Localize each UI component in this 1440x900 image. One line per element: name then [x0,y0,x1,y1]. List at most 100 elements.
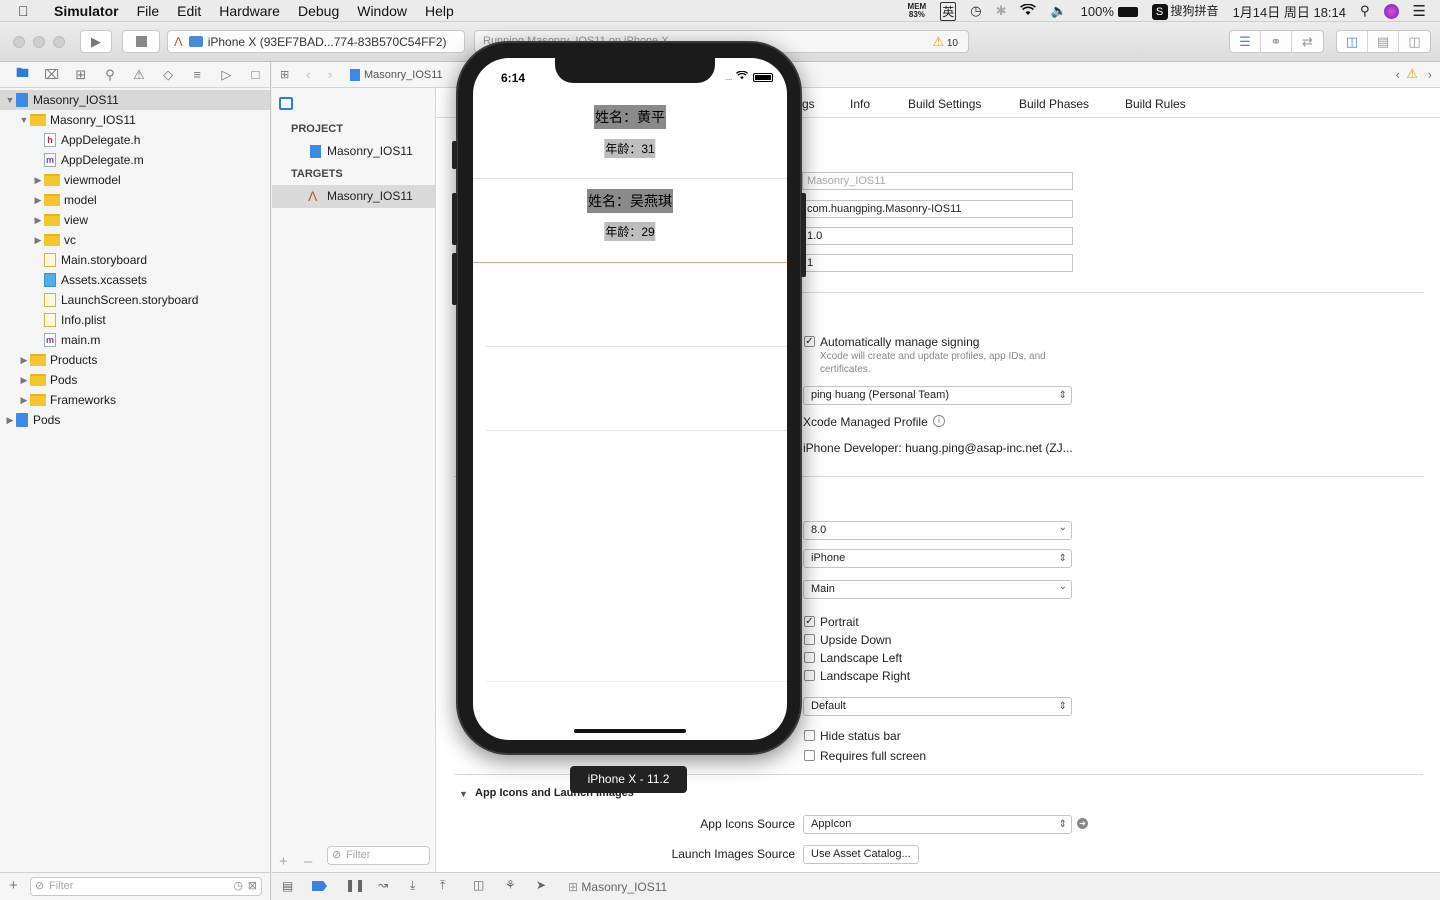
file-tree-row[interactable]: m main.m [0,330,270,350]
version-field[interactable]: 1.0 [802,227,1073,245]
symbol-navigator-icon[interactable]: ⊞ [66,67,95,83]
menu-help[interactable]: Help [416,3,463,19]
pause-icon[interactable]: ❚❚ [345,878,365,892]
file-tree-row[interactable]: ▼ Masonry_IOS11 [0,90,270,110]
target-item[interactable]: Λ Masonry_IOS11 [272,185,436,208]
source-control-icon[interactable]: ⌧ [37,67,66,83]
disclosure-closed-icon[interactable]: ▶ [32,235,44,246]
file-tree-row[interactable]: h AppDelegate.h [0,130,270,150]
add-file-icon[interactable]: + [9,877,18,894]
disclosure-open-icon[interactable]: ▼ [18,115,30,125]
file-tree-row[interactable]: ▶ view [0,210,270,230]
tab-info[interactable]: Info [850,97,870,111]
requires-full-screen-checkbox[interactable] [804,750,815,761]
sogou-input[interactable]: S 搜狗拼音 [1151,2,1219,20]
hide-targets-icon[interactable] [279,97,293,110]
apple-menu-icon[interactable]:  [18,3,40,19]
project-navigator-icon[interactable]: 🖿 [8,64,37,86]
orientation-upside-down-checkbox[interactable] [804,634,815,645]
wifi-icon[interactable] [1020,2,1037,19]
disclosure-closed-icon[interactable]: ▶ [32,215,44,226]
scheme-selector[interactable]: Λ iPhone X (93EF7BAD...774-83B570C54FF2) [167,30,465,53]
find-navigator-icon[interactable]: ⚲ [95,67,124,83]
assistant-editor-icon[interactable]: ⚭ [1261,31,1292,52]
deployment-target-combo[interactable]: 8.0 [803,519,1072,540]
version-editor-icon[interactable]: ⇄ [1292,31,1323,52]
tab-build-settings[interactable]: Build Settings [908,97,981,111]
bundle-identifier-field[interactable]: com.huangping.Masonry-IOS11 [802,200,1073,218]
debug-navigator-icon[interactable]: ≡ [183,67,212,82]
disclosure-triangle-icon[interactable]: ▼ [459,789,468,799]
go-to-asset-icon[interactable]: ➜ [1077,818,1088,829]
main-interface-combo[interactable]: Main [803,578,1072,599]
file-tree-row[interactable]: ▶ Products [0,350,270,370]
volume-up-button[interactable] [452,193,457,245]
disclosure-closed-icon[interactable]: ▶ [32,175,44,186]
devices-popup[interactable]: iPhone [803,549,1072,568]
simulator-screen[interactable]: 6:14 .... 姓名：黄平 年龄：31 姓名：吴燕琪 年龄：29 [473,58,787,740]
mute-switch[interactable] [452,141,457,169]
debug-target-selector[interactable]: ⊞ Masonry_IOS11 [568,880,667,894]
notification-center-icon[interactable]: ☰ [1413,2,1426,20]
menu-debug[interactable]: Debug [289,3,348,19]
disclosure-closed-icon[interactable]: ▶ [18,375,30,386]
issue-navigator-icon[interactable]: ⚠ [124,67,153,83]
use-asset-catalog-button[interactable]: Use Asset Catalog... [803,845,919,864]
file-tree-row[interactable]: m AppDelegate.m [0,150,270,170]
time-machine-icon[interactable]: ◷ [970,3,981,19]
navigator-toggle-icon[interactable]: ◫ [1337,31,1368,52]
tab-capabilities[interactable]: gs [802,97,815,111]
window-minimize-button[interactable] [33,36,45,48]
issue-back-icon[interactable]: ‹ [1396,67,1400,82]
auto-manage-signing-checkbox[interactable]: ✓ [804,336,815,347]
file-tree-row[interactable]: ▶ Frameworks [0,390,270,410]
tab-build-phases[interactable]: Build Phases [1019,97,1089,111]
volume-down-button[interactable] [452,253,457,305]
siri-icon[interactable] [1383,3,1399,19]
warnings-indicator[interactable]: ⚠ 10 [932,31,958,54]
menu-app[interactable]: Simulator [40,3,128,19]
simulate-location-icon[interactable]: ➤ [536,878,546,892]
run-button[interactable]: ▶ [80,30,112,53]
spotlight-icon[interactable]: ⚲ [1360,3,1370,19]
remove-target-icon[interactable]: – [304,853,312,870]
disclosure-closed-icon[interactable]: ▶ [18,395,30,406]
disclosure-closed-icon[interactable]: ▶ [4,415,16,426]
utilities-toggle-icon[interactable]: ◫ [1399,31,1430,52]
file-tree-row[interactable]: ▶ viewmodel [0,170,270,190]
orientation-landscape-left-checkbox[interactable] [804,652,815,663]
window-close-button[interactable] [13,36,25,48]
window-zoom-button[interactable] [53,36,65,48]
report-navigator-icon[interactable]: □ [241,67,270,82]
file-tree-row[interactable]: ▶ Pods [0,370,270,390]
hide-status-bar-checkbox[interactable] [804,730,815,741]
team-popup[interactable]: ping huang (Personal Team) [803,386,1072,405]
file-tree-row[interactable]: LaunchScreen.storyboard [0,290,270,310]
file-tree-row[interactable]: Info.plist [0,310,270,330]
add-target-icon[interactable]: + [279,853,288,870]
targets-filter-input[interactable]: ⊘ Filter [327,846,430,865]
disclosure-closed-icon[interactable]: ▶ [18,355,30,366]
project-item[interactable]: Masonry_IOS11 [272,140,436,163]
navigator-filter-input[interactable]: ⊘ Filter ◷ ⊠ [30,877,262,896]
menubar-clock[interactable]: 1月14日 周日 18:14 [1233,2,1346,21]
breakpoints-toggle-icon[interactable] [312,881,327,891]
table-row[interactable]: 姓名：黄平 年龄：31 [473,95,787,179]
issue-warning-icon[interactable]: ⚠ [1406,66,1418,82]
test-navigator-icon[interactable]: ◇ [154,67,183,83]
build-field[interactable]: 1 [802,254,1073,272]
menu-file[interactable]: File [128,3,169,19]
breadcrumb[interactable]: Masonry_IOS11 [350,69,443,82]
info-icon[interactable]: i [933,415,945,427]
back-icon[interactable]: ‹ [306,67,310,82]
file-tree-row[interactable]: ▶ vc [0,230,270,250]
menu-edit[interactable]: Edit [168,3,210,19]
volume-icon[interactable]: 🔈 [1050,3,1066,19]
hide-debug-area-icon[interactable]: ▤ [282,879,293,893]
table-row[interactable]: 姓名：吴燕琪 年龄：29 [473,179,787,263]
app-icons-source-popup[interactable]: AppIcon [803,815,1072,834]
standard-editor-icon[interactable]: ☰ [1230,31,1261,52]
menu-hardware[interactable]: Hardware [210,3,289,19]
issue-forward-icon[interactable]: › [1428,67,1432,82]
tab-build-rules[interactable]: Build Rules [1125,97,1186,111]
